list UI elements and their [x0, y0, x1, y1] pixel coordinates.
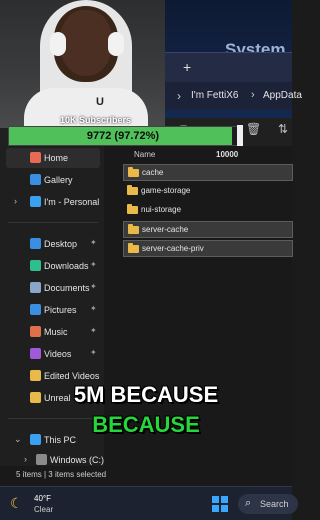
folder-icon — [127, 204, 138, 214]
nav-item-label: Music — [44, 327, 68, 337]
address-bar[interactable]: › I'm FettiX6 › AppData — [165, 82, 302, 110]
documents-icon — [30, 282, 41, 293]
pin-icon: ✦ — [90, 260, 97, 269]
moon-icon[interactable]: ☾ — [10, 495, 23, 512]
file-name: game-storage — [141, 186, 191, 195]
subscriber-progress-bar: 9772 (97.72%) — [8, 125, 243, 147]
nav-item-music[interactable]: Music ✦ — [0, 322, 104, 342]
new-tab-button[interactable]: + — [183, 59, 191, 75]
nav-item-label: Desktop — [44, 239, 78, 249]
nav-item-label: I'm - Personal — [44, 197, 100, 207]
nav-item-label: Windows (C:) — [50, 455, 105, 465]
headphone-left — [50, 32, 66, 56]
caption-line-1: 5M BECAUSE — [73, 382, 219, 407]
nav-item-gallery[interactable]: Gallery — [0, 170, 104, 190]
subscriber-goal-label: 10K Subscribers — [60, 115, 132, 125]
breadcrumb-appdata[interactable]: AppData — [263, 90, 302, 101]
start-tile — [221, 496, 228, 503]
face — [60, 10, 112, 76]
shirt-logo: U — [96, 96, 104, 108]
file-name: server-cache — [142, 225, 189, 234]
taskbar-search[interactable]: ⌕ Search — [238, 494, 298, 514]
gallery-icon — [30, 174, 41, 185]
start-tile — [212, 496, 219, 503]
download-icon — [30, 260, 41, 271]
windows-start-icon[interactable] — [212, 496, 228, 512]
cloud-icon — [30, 196, 41, 207]
status-text: 5 items | 3 items selected — [16, 470, 107, 479]
status-bar: 5 items | 3 items selected — [0, 466, 292, 486]
start-tile — [212, 505, 219, 512]
progress-text: 9772 (97.72%) — [86, 130, 160, 142]
column-header-size[interactable]: 10000 — [216, 150, 238, 159]
chevron-right-icon: › — [177, 89, 181, 103]
start-tile — [221, 505, 228, 512]
nav-item-downloads[interactable]: Downloads ✦ — [0, 256, 104, 276]
pin-icon: ✦ — [90, 282, 97, 291]
pin-icon: ✦ — [90, 238, 97, 247]
nav-item-label: Downloads — [44, 261, 89, 271]
nav-item-label: Home — [44, 153, 69, 163]
nav-divider — [8, 222, 98, 223]
file-name: cache — [142, 168, 164, 177]
progress-cap — [237, 125, 243, 147]
search-icon: ⌕ — [245, 497, 252, 509]
pin-icon: ✦ — [90, 348, 97, 357]
delete-icon[interactable]: 🗑 — [246, 122, 261, 136]
nav-item-label: Pictures — [44, 305, 77, 315]
music-icon — [30, 326, 41, 337]
nav-item-pictures[interactable]: Pictures ✦ — [0, 300, 104, 320]
pin-icon: ✦ — [90, 304, 97, 313]
nav-item-documents[interactable]: Documents ✦ — [0, 278, 104, 298]
drive-icon — [36, 454, 47, 465]
nav-item-label: Edited Videos — [44, 371, 100, 381]
headphone-right — [108, 32, 124, 56]
chevron-right-icon[interactable]: › — [24, 454, 27, 464]
home-icon — [30, 152, 41, 163]
nav-item-desktop[interactable]: Desktop ✦ — [0, 234, 104, 254]
chevron-right-icon: › — [251, 89, 255, 101]
file-name: nui-storage — [141, 205, 182, 214]
nav-item-videos[interactable]: Videos ✦ — [0, 344, 104, 364]
folder-icon — [128, 167, 139, 177]
tab-bar: + — [165, 52, 292, 82]
chevron-right-icon[interactable]: › — [14, 196, 17, 206]
caption-line-2: BECAUSE — [92, 412, 200, 437]
videos-icon — [30, 348, 41, 359]
breadcrumb-user[interactable]: I'm FettiX6 — [191, 90, 238, 101]
nav-item-label: Videos — [44, 349, 72, 359]
weather-description[interactable]: Clear — [34, 505, 53, 514]
column-header-name[interactable]: Name — [134, 150, 155, 159]
folder-icon — [128, 224, 139, 234]
folder-icon — [127, 185, 138, 195]
desktop-icon — [30, 238, 41, 249]
file-row-nui-storage[interactable]: nui-storage — [123, 202, 293, 219]
pin-icon: ✦ — [90, 326, 97, 335]
file-name: server-cache-priv — [142, 244, 204, 253]
pictures-icon — [30, 304, 41, 315]
file-row-server-cache-priv[interactable]: server-cache-priv — [123, 240, 293, 257]
nav-item-label: Documents — [44, 283, 90, 293]
file-row-cache[interactable]: cache — [123, 164, 293, 181]
webcam-overlay: U — [0, 0, 165, 128]
taskbar: ☾ 40°F Clear ⌕ Search — [0, 486, 298, 520]
folder-icon — [128, 243, 139, 253]
nav-item-onedrive[interactable]: › I'm - Personal — [0, 192, 104, 212]
nav-item-label: Gallery — [44, 175, 73, 185]
file-row-game-storage[interactable]: game-storage — [123, 183, 293, 200]
weather-temperature[interactable]: 40°F — [34, 494, 51, 503]
file-row-server-cache[interactable]: server-cache — [123, 221, 293, 238]
nav-item-home[interactable]: Home — [6, 148, 100, 168]
search-label: Search — [260, 499, 289, 509]
folder-icon — [30, 370, 41, 381]
sort-icon[interactable]: ⇅ — [278, 122, 288, 136]
